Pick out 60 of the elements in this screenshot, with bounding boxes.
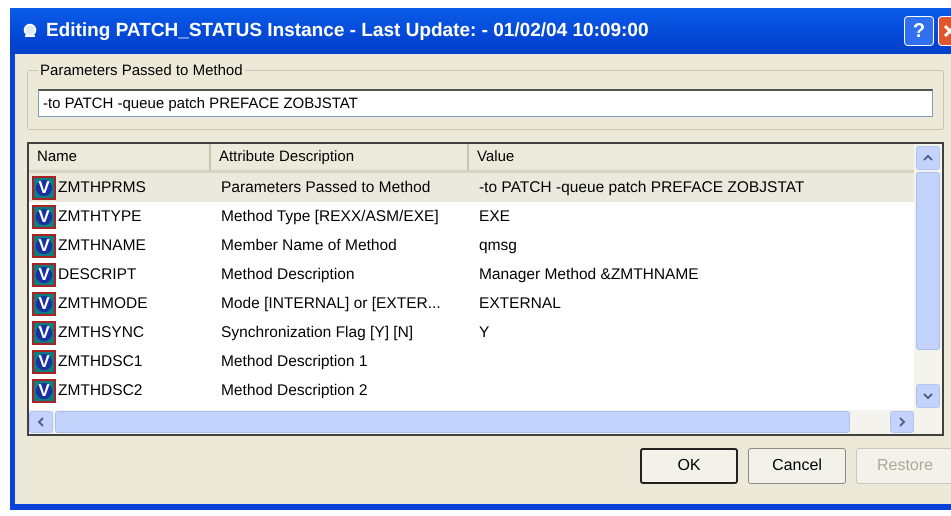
table-row[interactable]: V DESCRIPT Method Description Manager Method &ZMTHNAME	[29, 260, 914, 289]
table-cell: -to PATCH -queue patch PREFACE ZOBJSTAT	[479, 178, 804, 196]
table-cell: Mode [INTERNAL] or [EXTER...	[221, 294, 441, 312]
column-header[interactable]: Attribute Description	[211, 144, 469, 170]
dialog-button[interactable]: Cancel	[748, 448, 846, 484]
variable-icon: V	[32, 176, 56, 200]
vertical-scrollbar[interactable]	[914, 144, 942, 434]
scroll-thumb[interactable]	[55, 411, 850, 433]
horizontal-scrollbar[interactable]	[29, 410, 914, 434]
table-cell: ZMTHMODE	[58, 294, 148, 312]
column-header[interactable]: Name	[29, 144, 211, 170]
scroll-right-button[interactable]	[890, 411, 914, 433]
table-cell: EXTERNAL	[479, 294, 561, 312]
table-cell: Method Type [REXX/ASM/EXE]	[221, 208, 439, 226]
table-cell: ZMTHTYPE	[58, 208, 142, 226]
scroll-down-button[interactable]	[916, 384, 940, 408]
table-row[interactable]: V ZMTHDSC1 Method Description 1	[29, 347, 914, 376]
variable-icon: V	[32, 350, 56, 374]
window-title: Editing PATCH_STATUS Instance - Last Update: - 01/02/04 10:09:00	[46, 20, 650, 42]
column-header[interactable]: Value	[469, 144, 914, 170]
table-cell: ZMTHPRMS	[58, 178, 146, 196]
table-cell: ZMTHSYNC	[58, 324, 144, 342]
help-button[interactable]: ?	[904, 16, 934, 46]
scroll-left-button[interactable]	[29, 411, 53, 433]
variable-icon: V	[32, 320, 56, 344]
table-row[interactable]: V ZMTHNAME Member Name of Method qmsg	[29, 231, 914, 260]
table-row[interactable]: V ZMTHTYPE Method Type [REXX/ASM/EXE] EXE	[29, 202, 914, 231]
variable-icon: V	[32, 234, 56, 258]
chevron-down-icon	[923, 391, 933, 401]
group-label: Parameters Passed to Method	[39, 62, 244, 79]
chevron-up-icon	[923, 153, 933, 163]
scroll-thumb[interactable]	[916, 172, 940, 350]
table-cell: Y	[479, 324, 490, 342]
table-row[interactable]: V ZMTHPRMS Parameters Passed to Method -to PATCH -queue patch PREFACE ZOBJSTAT	[29, 173, 914, 202]
chevron-left-icon	[36, 417, 46, 427]
variable-icon: V	[32, 204, 56, 228]
table-cell: ZMTHDSC1	[58, 352, 142, 370]
table-cell: ZMTHNAME	[58, 236, 146, 254]
variable-icon: V	[32, 262, 56, 286]
table-cell: Parameters Passed to Method	[221, 178, 430, 196]
table-cell: Synchronization Flag [Y] [N]	[221, 324, 414, 342]
table-cell: Method Description 2	[221, 382, 368, 400]
scroll-up-button[interactable]	[916, 146, 940, 170]
globe-icon	[22, 23, 38, 39]
chevron-right-icon	[897, 417, 907, 427]
table-cell: DESCRIPT	[58, 266, 136, 284]
dialog-button[interactable]: OK	[640, 448, 738, 484]
table-cell: qmsg	[479, 236, 517, 254]
parameters-field[interactable]: -to PATCH -queue patch PREFACE ZOBJSTAT	[38, 89, 933, 117]
table-row[interactable]: V ZMTHMODE Mode [INTERNAL] or [EXTER... EXTERNAL	[29, 289, 914, 318]
table-cell: Method Description 1	[221, 352, 368, 370]
variable-icon: V	[32, 292, 56, 316]
table-cell: Member Name of Method	[221, 236, 397, 254]
variable-icon: V	[32, 378, 56, 402]
table-row[interactable]: V ZMTHSYNC Synchronization Flag [Y] [N] Y	[29, 318, 914, 347]
table-cell: Manager Method &ZMTHNAME	[479, 266, 699, 284]
table-cell: EXE	[479, 208, 510, 226]
table-row[interactable]: V ZMTHDSC2 Method Description 2	[29, 376, 914, 405]
table-cell: Method Description	[221, 266, 355, 284]
table-cell: ZMTHDSC2	[58, 382, 142, 400]
